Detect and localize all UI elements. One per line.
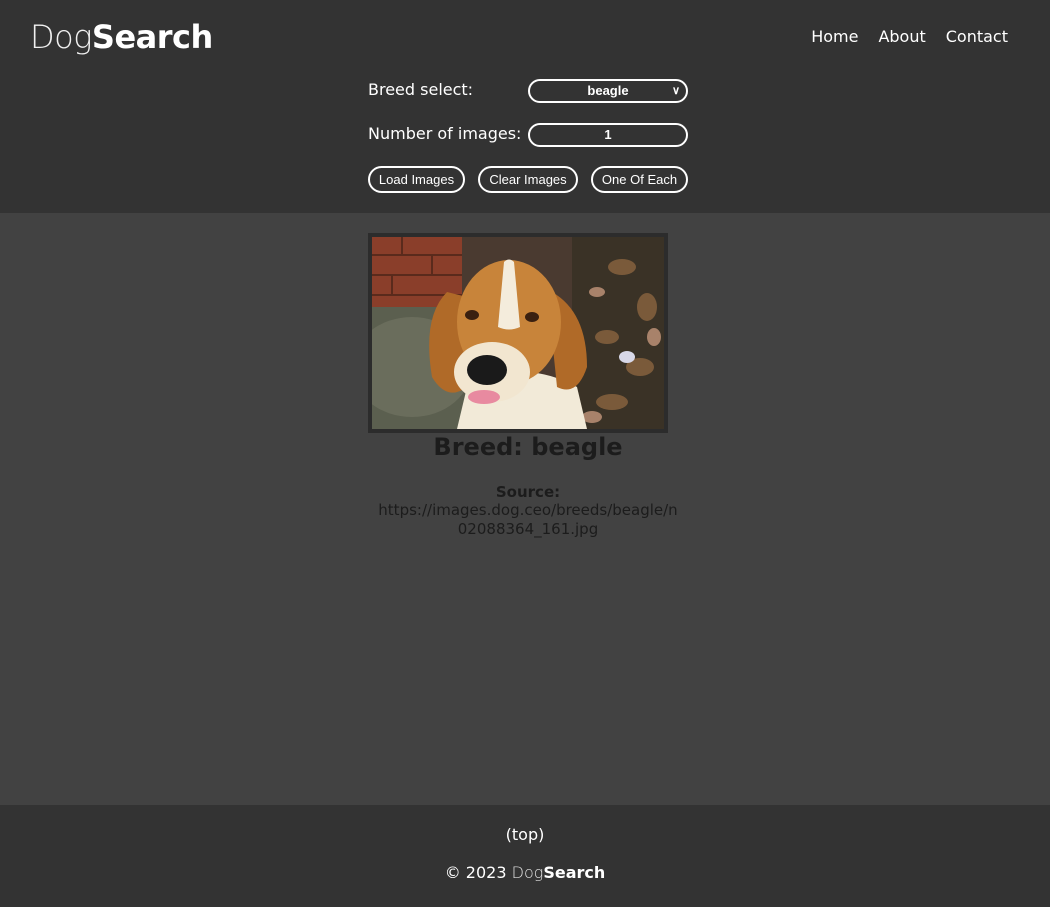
breed-select-value: beagle	[587, 83, 629, 98]
breed-select[interactable]: beagle ∨	[528, 79, 688, 103]
nav-home[interactable]: Home	[811, 27, 858, 46]
nav-contact[interactable]: Contact	[946, 27, 1008, 46]
site-header: DogSearch Home About Contact Breed selec…	[0, 0, 1050, 213]
breed-title: Breed: beagle	[433, 433, 623, 461]
logo[interactable]: DogSearch	[30, 18, 213, 56]
number-of-images-input[interactable]: 1	[528, 123, 688, 147]
copyright-prefix: © 2023	[444, 863, 507, 882]
copyright: © 2023 DogSearch	[0, 863, 1050, 882]
clear-images-button[interactable]: Clear Images	[478, 166, 578, 193]
footer-logo-bold: Search	[543, 863, 606, 882]
site-footer: (top) © 2023 DogSearch	[0, 805, 1050, 907]
footer-logo-light: Dog	[511, 863, 544, 882]
top-link[interactable]: (top)	[0, 825, 1050, 844]
load-images-button[interactable]: Load Images	[368, 166, 465, 193]
logo-light-text: Dog	[30, 18, 92, 56]
dog-photo	[368, 233, 668, 433]
chevron-down-icon: ∨	[671, 85, 680, 97]
one-of-each-button[interactable]: One Of Each	[591, 166, 688, 193]
source-url: https://images.dog.ceo/breeds/beagle/n02…	[378, 501, 678, 538]
beagle-image	[372, 237, 664, 429]
source-label: Source:	[495, 483, 561, 501]
number-of-images-label: Number of images:	[368, 124, 522, 143]
breed-select-label: Breed select:	[368, 80, 474, 99]
logo-bold-text: Search	[91, 18, 213, 56]
nav-about[interactable]: About	[878, 27, 925, 46]
main-nav: Home About Contact	[811, 27, 1008, 46]
